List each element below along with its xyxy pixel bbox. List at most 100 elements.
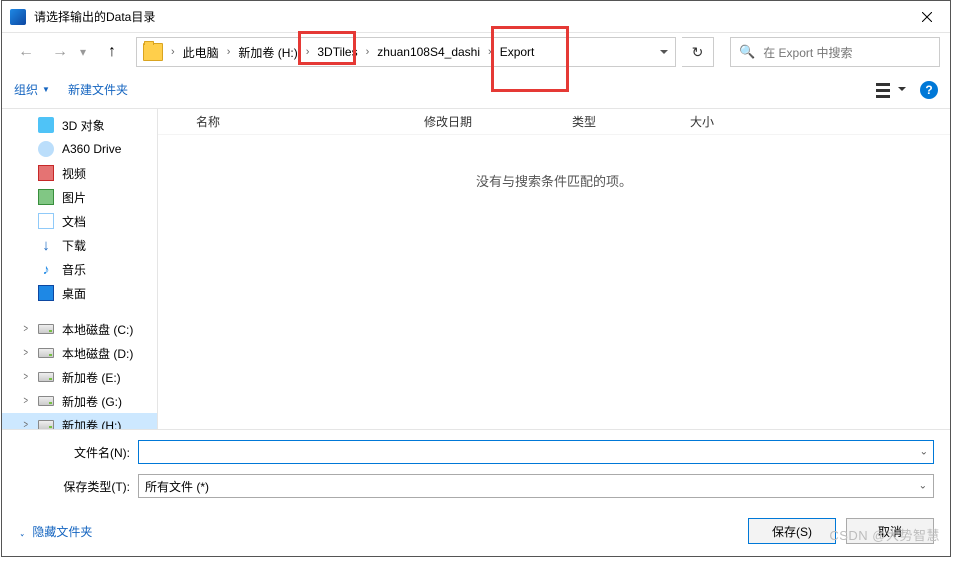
close-button[interactable] <box>904 1 950 33</box>
sidebar-item[interactable]: 文档 <box>2 209 157 233</box>
video-icon <box>38 165 54 181</box>
drive-icon <box>38 324 54 334</box>
sidebar-item[interactable]: ♪ 音乐 <box>2 257 157 281</box>
sidebar-item-label: 本地磁盘 (D:) <box>62 345 133 362</box>
sidebar-item-label: 文档 <box>62 213 86 230</box>
chevron-down-icon[interactable]: ⌄ <box>920 447 928 458</box>
filename-input[interactable] <box>138 440 934 464</box>
caret-icon: > <box>24 371 31 383</box>
filetype-select[interactable]: 所有文件 (*) ⌄ <box>138 474 934 498</box>
nav-up-button[interactable]: ↑ <box>98 38 126 66</box>
window-title: 请选择输出的Data目录 <box>34 8 155 25</box>
organize-button[interactable]: 组织 ▼ <box>14 81 50 98</box>
sidebar-item-label: 3D 对象 <box>62 117 105 134</box>
search-placeholder: 在 Export 中搜索 <box>763 44 852 61</box>
breadcrumb-item[interactable]: 3DTiles <box>311 38 363 66</box>
sidebar-item-label: A360 Drive <box>62 142 121 156</box>
sidebar-item-label: 新加卷 (G:) <box>62 393 122 410</box>
desk-icon <box>38 285 54 301</box>
breadcrumb-item[interactable]: 此电脑 <box>177 38 225 66</box>
sidebar-item[interactable]: ↓ 下载 <box>2 233 157 257</box>
sidebar-item[interactable]: A360 Drive <box>2 137 157 161</box>
sidebar-item-label: 下载 <box>62 237 86 254</box>
folder-icon <box>143 43 163 61</box>
col-name[interactable]: 名称 <box>182 113 410 130</box>
save-button[interactable]: 保存(S) <box>748 518 836 544</box>
sidebar-item[interactable]: > 新加卷 (H:) <box>2 413 157 429</box>
chevron-down-icon: ▼ <box>42 85 50 94</box>
sidebar-item[interactable]: > 本地磁盘 (D:) <box>2 341 157 365</box>
col-type[interactable]: 类型 <box>558 113 676 130</box>
sidebar-item[interactable]: 桌面 <box>2 281 157 305</box>
chevron-right-icon: › <box>304 46 312 58</box>
sidebar-item[interactable]: > 新加卷 (G:) <box>2 389 157 413</box>
sidebar-item-label: 新加卷 (H:) <box>62 417 121 430</box>
title-bar: 请选择输出的Data目录 <box>2 1 950 33</box>
pic-icon <box>38 189 54 205</box>
save-form: 文件名(N): ⌄ 保存类型(T): 所有文件 (*) ⌄ <box>2 429 950 514</box>
nav-row: ← → ▾ ↑ › 此电脑› 新加卷 (H:)› 3DTiles› zhuan1… <box>2 33 950 71</box>
caret-icon: > <box>24 323 31 335</box>
view-options-button[interactable] <box>876 81 906 99</box>
refresh-button[interactable]: ↻ <box>682 37 714 67</box>
sidebar-item-label: 新加卷 (E:) <box>62 369 121 386</box>
nav-back-button[interactable]: ← <box>12 38 40 66</box>
close-icon <box>922 12 932 22</box>
sidebar-item-label: 本地磁盘 (C:) <box>62 321 133 338</box>
address-bar[interactable]: › 此电脑› 新加卷 (H:)› 3DTiles› zhuan108S4_das… <box>136 37 676 67</box>
col-modified[interactable]: 修改日期 <box>410 113 558 130</box>
app-icon <box>10 9 26 25</box>
breadcrumb-item[interactable]: 新加卷 (H:) <box>232 38 303 66</box>
chevron-right-icon: › <box>169 46 177 58</box>
search-box[interactable]: 🔍 在 Export 中搜索 <box>730 37 940 67</box>
address-dropdown-button[interactable] <box>653 38 675 66</box>
chevron-down-icon: ⌄ <box>919 481 927 492</box>
drive-icon <box>38 372 54 382</box>
sidebar-item[interactable]: 图片 <box>2 185 157 209</box>
search-icon: 🔍 <box>739 44 755 60</box>
sidebar-item[interactable]: 视频 <box>2 161 157 185</box>
sidebar-item[interactable]: > 新加卷 (E:) <box>2 365 157 389</box>
chevron-right-icon: › <box>486 46 494 58</box>
drive-icon <box>38 348 54 358</box>
drive-icon <box>38 420 54 429</box>
caret-icon: > <box>24 347 31 359</box>
sidebar-tree[interactable]: 3D 对象A360 Drive视频图片文档↓下载♪音乐桌面>本地磁盘 (C:)>… <box>2 109 158 429</box>
filetype-label: 保存类型(T): <box>18 478 138 495</box>
sidebar-item-label: 图片 <box>62 189 86 206</box>
sidebar-item-label: 桌面 <box>62 285 86 302</box>
toolbar: 组织 ▼ 新建文件夹 ? <box>2 71 950 109</box>
caret-icon: > <box>24 395 31 407</box>
dialog-actions: ⌃ 隐藏文件夹 保存(S) 取消 <box>2 514 950 556</box>
new-folder-button[interactable]: 新建文件夹 <box>68 81 128 98</box>
save-dialog: 请选择输出的Data目录 ← → ▾ ↑ › 此电脑› 新加卷 (H:)› 3D… <box>1 0 951 557</box>
caret-icon: > <box>24 419 31 429</box>
breadcrumb-item[interactable]: zhuan108S4_dashi <box>371 38 486 66</box>
hide-folders-button[interactable]: ⌃ 隐藏文件夹 <box>18 523 92 540</box>
breadcrumb: 此电脑› 新加卷 (H:)› 3DTiles› zhuan108S4_dashi… <box>177 38 541 66</box>
cloud-icon <box>38 141 54 157</box>
chevron-right-icon: › <box>225 46 233 58</box>
help-button[interactable]: ? <box>920 81 938 99</box>
chevron-up-icon: ⌃ <box>19 526 25 537</box>
dl-icon: ↓ <box>38 237 54 253</box>
sidebar-item[interactable]: > 本地磁盘 (C:) <box>2 317 157 341</box>
dialog-body: 3D 对象A360 Drive视频图片文档↓下载♪音乐桌面>本地磁盘 (C:)>… <box>2 109 950 429</box>
chevron-right-icon: › <box>364 46 372 58</box>
doc-icon <box>38 213 54 229</box>
cancel-button[interactable]: 取消 <box>846 518 934 544</box>
file-list-pane: 名称 修改日期 类型 大小 没有与搜索条件匹配的项。 <box>158 109 950 429</box>
music-icon: ♪ <box>38 261 54 277</box>
col-size[interactable]: 大小 <box>676 113 776 130</box>
3d-icon <box>38 117 54 133</box>
nav-history-dropdown[interactable]: ▾ <box>80 45 92 59</box>
sidebar-item-label: 视频 <box>62 165 86 182</box>
sidebar-item-label: 音乐 <box>62 261 86 278</box>
breadcrumb-item[interactable]: Export <box>494 38 541 66</box>
empty-message: 没有与搜索条件匹配的项。 <box>158 135 950 190</box>
nav-forward-button[interactable]: → <box>46 38 74 66</box>
drive-icon <box>38 396 54 406</box>
sidebar-item[interactable]: 3D 对象 <box>2 113 157 137</box>
filename-label: 文件名(N): <box>18 444 138 461</box>
column-headers: 名称 修改日期 类型 大小 <box>158 109 950 135</box>
